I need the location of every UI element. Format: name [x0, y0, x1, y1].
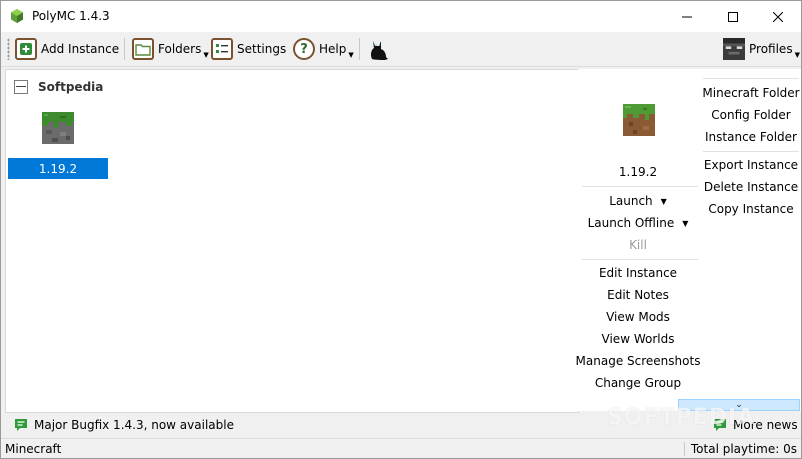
folder-icon: [132, 38, 154, 60]
profile-avatar-icon: [723, 38, 745, 60]
title-bar: PolyMC 1.4.3: [1, 1, 801, 32]
toolbar-separator: [359, 38, 360, 60]
main-toolbar: Add Instance Folders ▼ Settings ? Help ▼: [1, 32, 801, 67]
settings-icon: [211, 38, 233, 60]
panel-divider: [582, 186, 698, 187]
launch-dropdown-icon: ▼: [660, 196, 667, 206]
cat-icon: [370, 41, 388, 60]
news-headline: Major Bugfix 1.4.3, now available: [34, 418, 234, 432]
settings-button[interactable]: Settings: [211, 36, 286, 62]
minimize-button[interactable]: [664, 1, 710, 32]
maximize-button[interactable]: [710, 1, 756, 32]
help-label: Help: [319, 42, 347, 56]
launch-label: Launch: [609, 194, 653, 208]
app-window: PolyMC 1.4.3 Add Instance Folders ▼ Sett…: [0, 0, 802, 459]
instance-actions-panel: 1.19.2 Launch ▼ Launch Offline ▼ Kill Edit…: [576, 69, 801, 411]
launch-offline-label: Launch Offline: [587, 216, 675, 230]
launch-offline-dropdown-icon: ▼: [682, 218, 689, 228]
folders-dropdown-arrow-icon: ▼: [203, 51, 209, 59]
window-title: PolyMC 1.4.3: [32, 9, 110, 23]
watermark: SOFTPEDIA: [607, 405, 756, 430]
news-icon: [15, 419, 27, 431]
group-header[interactable]: Softpedia: [38, 80, 103, 94]
panel-divider: [703, 151, 799, 152]
instance-actions-column: 1.19.2 Launch ▼ Launch Offline ▼ Kill Edit…: [576, 69, 701, 411]
instance-list[interactable]: Softpedia 1.19.2: [5, 69, 579, 413]
close-icon: [773, 11, 783, 22]
launch-offline-button[interactable]: Launch Offline ▼: [578, 213, 698, 233]
toolbar-separator: [124, 38, 125, 60]
add-instance-label: Add Instance: [41, 42, 120, 56]
selected-instance-name: 1.19.2: [618, 165, 658, 179]
kill-button[interactable]: Kill: [578, 235, 698, 255]
profiles-dropdown-arrow-icon: ▼: [794, 51, 800, 59]
instance-item-label[interactable]: 1.19.2: [8, 158, 108, 179]
status-text: Minecraft: [5, 442, 62, 456]
close-button[interactable]: [755, 1, 801, 32]
cat-button[interactable]: [367, 36, 389, 62]
group-collapse-icon[interactable]: [14, 80, 28, 94]
profiles-button[interactable]: Profiles ▼: [723, 36, 800, 62]
folders-button[interactable]: Folders ▼: [132, 36, 209, 62]
add-instance-icon: [15, 38, 37, 60]
grass-block-icon[interactable]: [623, 104, 655, 136]
minecraft-folder-button[interactable]: Minecraft Folder: [702, 83, 799, 103]
folders-label: Folders: [158, 42, 202, 56]
maximize-icon: [728, 11, 738, 22]
total-playtime: Total playtime: 0s: [683, 442, 797, 456]
change-group-button[interactable]: Change Group: [578, 373, 698, 393]
view-worlds-button[interactable]: View Worlds: [578, 329, 698, 349]
help-dropdown-arrow-icon: ▼: [348, 51, 354, 59]
view-mods-button[interactable]: View Mods: [578, 307, 698, 327]
profiles-label: Profiles: [749, 42, 793, 56]
delete-instance-button[interactable]: Delete Instance: [703, 177, 799, 197]
manage-screenshots-button[interactable]: Manage Screenshots: [576, 351, 701, 371]
polymc-logo-icon: [11, 9, 23, 23]
edit-instance-button[interactable]: Edit Instance: [578, 263, 698, 283]
copy-instance-button[interactable]: Copy Instance: [703, 199, 799, 219]
edit-notes-button[interactable]: Edit Notes: [578, 285, 698, 305]
launch-button[interactable]: Launch ▼: [578, 191, 698, 211]
status-bar: Minecraft Total playtime: 0s: [1, 438, 801, 458]
help-icon: ?: [293, 38, 315, 60]
panel-divider: [703, 78, 799, 79]
minimize-icon: [682, 16, 692, 17]
add-instance-button[interactable]: Add Instance: [15, 36, 119, 62]
news-headline-button[interactable]: Major Bugfix 1.4.3, now available: [13, 413, 234, 437]
settings-label: Settings: [237, 42, 287, 56]
help-button[interactable]: ? Help ▼: [293, 36, 354, 62]
config-folder-button[interactable]: Config Folder: [703, 105, 799, 125]
panel-divider: [582, 259, 698, 260]
instance-folder-button[interactable]: Instance Folder: [703, 127, 799, 147]
toolbar-grip[interactable]: [7, 38, 10, 60]
export-instance-button[interactable]: Export Instance: [703, 155, 799, 175]
grass-block-icon[interactable]: [42, 112, 74, 144]
